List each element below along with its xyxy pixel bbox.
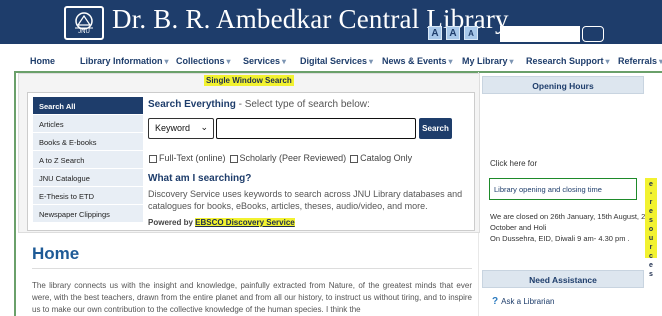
nav-referrals[interactable]: Referrals ▾ (618, 56, 662, 66)
what-am-i-searching-heading: What am I searching? (148, 173, 252, 184)
chevron-down-icon: ▾ (164, 57, 169, 66)
fulltext-checkbox[interactable]: Full-Text (online) (149, 153, 226, 163)
what-am-i-searching-text: Discovery Service uses keywords to searc… (148, 189, 463, 211)
home-paragraph: The library connects us with the insight… (32, 281, 472, 314)
tab-e-thesis[interactable]: E-Thesis to ETD (33, 187, 143, 205)
chevron-down-icon: ▾ (448, 57, 453, 66)
chevron-down-icon: ▾ (226, 57, 231, 66)
nav-news-events[interactable]: News & Events ▾ (382, 56, 453, 66)
search-tabs: Search All Articles Books & E-books A to… (33, 97, 143, 223)
tab-newspaper-clippings[interactable]: Newspaper Clippings (33, 205, 143, 223)
need-assistance-heading: Need Assistance (482, 270, 644, 288)
divider (32, 268, 472, 269)
tab-articles[interactable]: Articles (33, 115, 143, 133)
powered-by: Powered by EBSCO Discovery Service (148, 218, 295, 227)
chevron-down-icon: ▾ (605, 57, 610, 66)
header-search-input[interactable] (500, 26, 580, 42)
main-search-input[interactable] (216, 118, 416, 139)
checkbox-icon (149, 154, 157, 163)
need-assistance-panel: Need Assistance (482, 270, 644, 288)
search-filters: Full-Text (online) Scholarly (Peer Revie… (149, 153, 412, 163)
e-resources-tab[interactable]: e-resources (645, 178, 657, 278)
font-size-normal-button[interactable]: A (446, 26, 460, 40)
chevron-down-icon: ⌄ (200, 122, 208, 132)
search-everything-subtitle: - Select type of search below: (235, 99, 370, 110)
tab-jnu-catalogue[interactable]: JNU Catalogue (33, 169, 143, 187)
nav-digital-services[interactable]: Digital Services ▾ (300, 56, 373, 66)
main-nav: Home Library Information ▾ Collections ▾ S… (0, 52, 662, 70)
chevron-down-icon: ▾ (282, 57, 287, 66)
chevron-down-icon: ▾ (369, 57, 374, 66)
logo-emblem-icon (75, 12, 93, 30)
search-button[interactable]: Search (419, 118, 452, 139)
header-search-button[interactable] (582, 26, 604, 42)
nav-library-information[interactable]: Library Information ▾ (80, 56, 169, 66)
home-heading: Home (32, 244, 80, 263)
ebsco-link[interactable]: EBSCO Discovery Service (195, 218, 295, 227)
ask-a-librarian-link[interactable]: ? Ask a Librarian (492, 296, 554, 307)
nav-my-library[interactable]: My Library ▾ (462, 56, 514, 66)
nav-services[interactable]: Services ▾ (243, 56, 286, 66)
nav-research-support[interactable]: Research Support ▾ (526, 56, 610, 66)
select-value: Keyword (155, 123, 191, 133)
click-here-text: Click here for (490, 159, 538, 168)
nav-collections[interactable]: Collections ▾ (176, 56, 231, 66)
question-icon: ? (492, 296, 499, 307)
chevron-down-icon: ▾ (509, 57, 514, 66)
scholarly-checkbox[interactable]: Scholarly (Peer Reviewed) (229, 153, 346, 163)
nav-home[interactable]: Home (30, 56, 55, 66)
font-size-decrease-button[interactable]: A (464, 26, 478, 40)
checkbox-icon (229, 154, 238, 163)
tab-a-to-z-search[interactable]: A to Z Search (33, 151, 143, 169)
single-window-search-label: Single Window Search (204, 75, 294, 86)
jnu-logo[interactable]: JNU (64, 6, 104, 40)
site-header: JNU Dr. B. R. Ambedkar Central Library A… (0, 0, 662, 44)
search-type-select[interactable]: Keyword ⌄ (148, 118, 214, 139)
opening-hours-heading: Opening Hours (482, 76, 644, 94)
font-size-increase-button[interactable]: A (428, 26, 442, 40)
catalog-only-checkbox[interactable]: Catalog Only (350, 153, 412, 163)
closed-days-text: We are closed on 26th January, 15th Augu… (490, 212, 654, 243)
tab-books-ebooks[interactable]: Books & E-books (33, 133, 143, 151)
logo-text: JNU (78, 29, 90, 35)
search-everything-title: Search Everything - Select type of searc… (148, 99, 370, 110)
tab-search-all[interactable]: Search All (33, 97, 143, 115)
checkbox-icon (350, 154, 359, 163)
opening-time-link[interactable]: Library opening and closing time (489, 178, 637, 200)
